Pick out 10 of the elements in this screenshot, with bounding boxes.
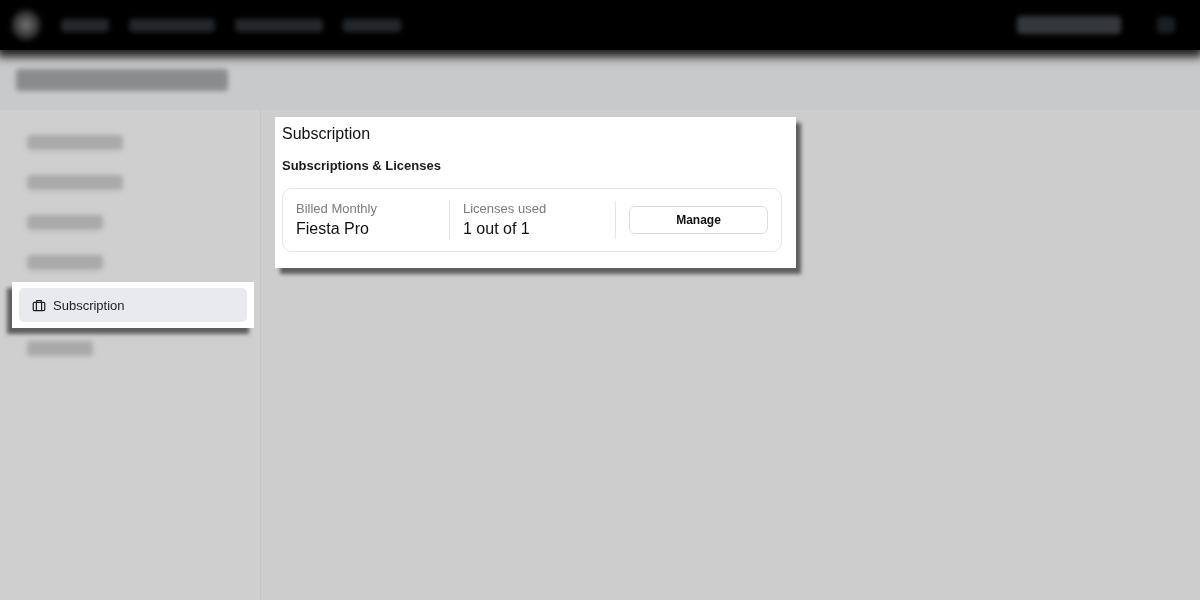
field-value: 1 out of 1 <box>463 219 531 239</box>
field-label: Billed Monthly <box>296 201 378 216</box>
field-label: Licenses used <box>463 201 548 216</box>
section-title: Subscriptions & Licenses <box>282 158 442 174</box>
blurred-square-icon <box>1154 14 1178 36</box>
briefcase-icon <box>32 298 46 312</box>
manage-button[interactable]: Manage <box>629 206 768 234</box>
card-title: Subscription <box>282 124 372 144</box>
field-value: Fiesta Pro <box>296 219 370 239</box>
sidebar-item[interactable]: Subscription <box>19 288 247 322</box>
